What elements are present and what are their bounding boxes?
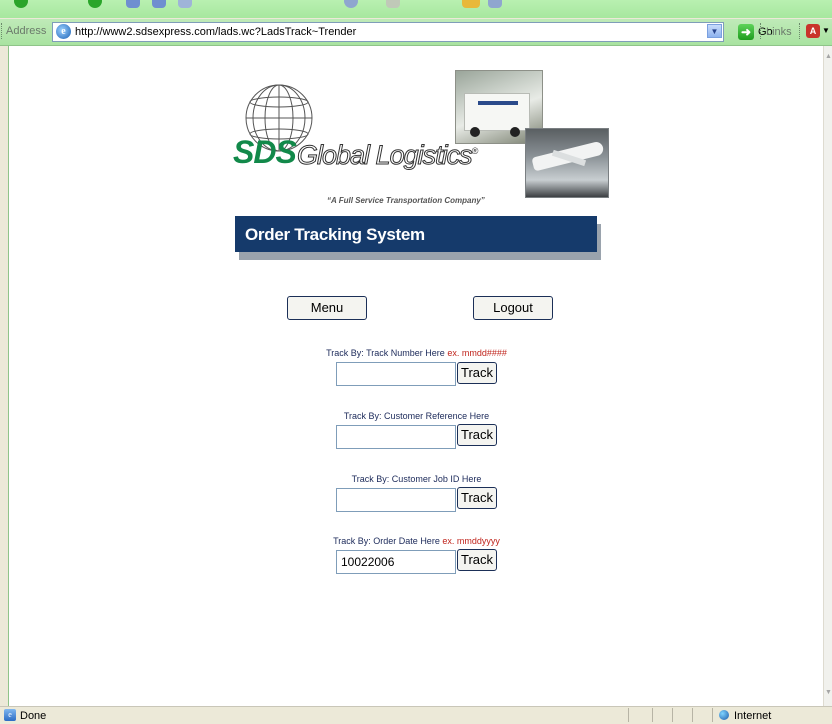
registered-mark: ® — [471, 146, 479, 156]
page-viewport: SDS Global Logistics® “A Full Service Tr… — [8, 46, 824, 706]
status-text: Done — [20, 710, 47, 722]
address-dropdown-icon[interactable]: ▼ — [707, 24, 722, 38]
mail-icon[interactable] — [488, 0, 502, 8]
search-icon[interactable] — [344, 0, 358, 8]
status-pane — [652, 708, 653, 722]
page-title: Order Tracking System — [245, 225, 425, 244]
format-hint: ex. mmddyyyy — [442, 536, 500, 546]
logo-brand-name: Global Logistics — [297, 140, 474, 171]
customer-job-id-label: Track By: Customer Job ID Here — [9, 474, 824, 484]
truck-stripe — [478, 101, 518, 105]
status-pane — [692, 708, 693, 722]
home-icon[interactable] — [178, 0, 192, 8]
address-label: Address — [6, 25, 47, 37]
scroll-up-icon[interactable]: ▲ — [824, 50, 832, 64]
header-banner: Order Tracking System — [235, 216, 597, 252]
order-date-track-button[interactable]: Track — [457, 549, 497, 571]
stop-icon[interactable] — [126, 0, 140, 8]
address-bar: Address e http://www2.sdsexpress.com/lad… — [0, 19, 832, 46]
toolbar-separator — [760, 23, 763, 39]
logout-button[interactable]: Logout — [473, 296, 553, 320]
acrobat-icon[interactable]: A — [806, 24, 820, 38]
track-number-input[interactable] — [336, 362, 456, 386]
scroll-down-icon[interactable]: ▼ — [824, 686, 832, 700]
folder-icon[interactable] — [462, 0, 480, 8]
track-number-button[interactable]: Track — [457, 362, 497, 384]
page-done-icon: e — [4, 709, 16, 721]
favorites-icon[interactable] — [386, 0, 400, 8]
format-hint: ex. mmdd#### — [447, 348, 507, 358]
toolbar-separator — [799, 23, 802, 39]
menu-button[interactable]: Menu — [287, 296, 367, 320]
customer-job-id-track-button[interactable]: Track — [457, 487, 497, 509]
acrobat-dropdown-icon[interactable]: ▼ — [822, 26, 830, 35]
refresh-icon[interactable] — [152, 0, 166, 8]
links-button[interactable]: Links — [766, 26, 792, 38]
truck-wheel — [510, 127, 520, 137]
label-text: Track By: Order Date Here — [333, 536, 440, 546]
logo-sds-text: SDS — [233, 134, 297, 170]
customer-reference-track-button[interactable]: Track — [457, 424, 497, 446]
internet-zone-icon — [719, 710, 729, 720]
label-text: Track By: Customer Job ID Here — [351, 474, 482, 484]
order-date-input[interactable]: 10022006 — [336, 550, 456, 574]
back-icon[interactable] — [14, 0, 28, 8]
track-number-label: Track By: Track Number Here ex. mmdd#### — [9, 348, 824, 358]
label-text: Track By: Track Number Here — [326, 348, 445, 358]
forward-icon[interactable] — [88, 0, 102, 8]
customer-reference-input[interactable] — [336, 425, 456, 449]
status-pane — [672, 708, 673, 722]
page-icon: e — [56, 24, 71, 39]
airplane-photo — [525, 128, 609, 198]
vertical-scrollbar[interactable]: ▲ ▼ — [823, 46, 832, 706]
security-zone-text: Internet — [734, 710, 772, 722]
logo-tagline: “A Full Service Transportation Company” — [327, 196, 485, 205]
customer-job-id-input[interactable] — [336, 488, 456, 512]
truck-wheel — [470, 127, 480, 137]
address-url[interactable]: http://www2.sdsexpress.com/lads.wc?LadsT… — [75, 26, 356, 38]
toolbar-strip — [0, 0, 832, 18]
browser-window: Address e http://www2.sdsexpress.com/lad… — [0, 0, 832, 724]
toolbar-separator — [1, 23, 4, 39]
address-input[interactable]: e http://www2.sdsexpress.com/lads.wc?Lad… — [52, 22, 724, 42]
go-arrow-icon: ➜ — [738, 24, 754, 40]
status-bar: e Done Internet — [0, 706, 832, 724]
label-text: Track By: Customer Reference Here — [343, 411, 490, 421]
logo-global-logistics-text: Global Logistics® — [297, 140, 479, 171]
truck-body — [464, 93, 530, 131]
company-logo: SDS Global Logistics® “A Full Service Tr… — [227, 68, 609, 218]
status-pane — [712, 708, 713, 722]
customer-reference-label: Track By: Customer Reference Here — [9, 411, 824, 421]
status-pane — [628, 708, 629, 722]
order-date-label: Track By: Order Date Here ex. mmddyyyy — [9, 536, 824, 546]
